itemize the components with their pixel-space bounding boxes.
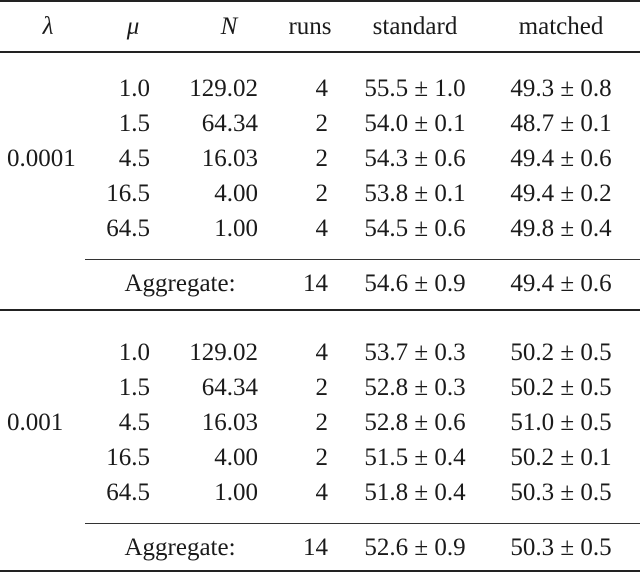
cell-standard: 51.8 ± 0.4 (364, 479, 466, 506)
cell-matched: 49.8 ± 0.4 (510, 215, 612, 242)
cell-standard: 54.3 ± 0.6 (364, 145, 466, 172)
aggregate-rule (85, 259, 640, 260)
group-lambda: 0.0001 (7, 145, 76, 172)
cell-n: 4.00 (214, 180, 258, 207)
cell-standard: 55.5 ± 1.0 (364, 75, 466, 102)
cell-runs: 2 (315, 409, 329, 436)
cell-n: 1.00 (214, 479, 258, 506)
aggregate-matched: 50.3 ± 0.5 (510, 534, 612, 561)
bottom-rule (0, 570, 640, 572)
cell-matched: 51.0 ± 0.5 (510, 409, 612, 436)
cell-n: 129.02 (189, 75, 258, 102)
cell-standard: 51.5 ± 0.4 (364, 444, 466, 471)
cell-n: 1.00 (214, 215, 258, 242)
cell-runs: 4 (315, 479, 329, 506)
cell-mu: 1.5 (118, 110, 150, 137)
top-rule (0, 0, 640, 2)
cell-runs: 4 (315, 339, 329, 366)
cell-mu: 4.5 (118, 409, 150, 436)
header-rule (0, 51, 640, 53)
cell-runs: 2 (315, 110, 329, 137)
cell-mu: 4.5 (118, 145, 150, 172)
cell-n: 129.02 (189, 339, 258, 366)
cell-runs: 2 (315, 374, 329, 401)
cell-standard: 53.7 ± 0.3 (364, 339, 466, 366)
cell-runs: 4 (315, 75, 329, 102)
aggregate-matched: 49.4 ± 0.6 (510, 270, 612, 297)
cell-matched: 50.2 ± 0.5 (510, 374, 612, 401)
header-matched: matched (518, 13, 604, 40)
header-n: N (220, 13, 238, 40)
cell-n: 16.03 (201, 145, 258, 172)
group-lambda: 0.001 (7, 409, 64, 436)
aggregate-runs: 14 (303, 270, 328, 297)
cell-matched: 49.4 ± 0.2 (510, 180, 612, 207)
group-separator-rule (0, 309, 640, 311)
aggregate-label: Aggregate: (124, 534, 236, 561)
cell-runs: 2 (315, 145, 329, 172)
cell-standard: 53.8 ± 0.1 (364, 180, 466, 207)
cell-matched: 48.7 ± 0.1 (510, 110, 612, 137)
cell-standard: 52.8 ± 0.6 (364, 409, 466, 436)
aggregate-standard: 54.6 ± 0.9 (364, 270, 466, 297)
cell-matched: 50.2 ± 0.1 (510, 444, 612, 471)
header-standard: standard (372, 13, 458, 40)
cell-matched: 49.4 ± 0.6 (510, 145, 612, 172)
cell-standard: 54.5 ± 0.6 (364, 215, 466, 242)
cell-matched: 50.2 ± 0.5 (510, 339, 612, 366)
aggregate-rule (85, 523, 640, 524)
cell-standard: 54.0 ± 0.1 (364, 110, 466, 137)
cell-matched: 49.3 ± 0.8 (510, 75, 612, 102)
header-lambda: λ (42, 13, 54, 40)
cell-n: 64.34 (201, 110, 258, 137)
cell-mu: 64.5 (106, 215, 150, 242)
cell-mu: 1.0 (118, 75, 150, 102)
cell-mu: 16.5 (106, 444, 150, 471)
cell-runs: 2 (315, 180, 329, 207)
header-runs: runs (288, 13, 332, 40)
cell-matched: 50.3 ± 0.5 (510, 479, 612, 506)
cell-runs: 2 (315, 444, 329, 471)
cell-n: 4.00 (214, 444, 258, 471)
cell-runs: 4 (315, 215, 329, 242)
aggregate-standard: 52.6 ± 0.9 (364, 534, 466, 561)
cell-n: 16.03 (201, 409, 258, 436)
cell-standard: 52.8 ± 0.3 (364, 374, 466, 401)
cell-mu: 1.5 (118, 374, 150, 401)
aggregate-runs: 14 (303, 534, 328, 561)
cell-mu: 16.5 (106, 180, 150, 207)
cell-n: 64.34 (201, 374, 258, 401)
cell-mu: 1.0 (118, 339, 150, 366)
cell-mu: 64.5 (106, 479, 150, 506)
aggregate-label: Aggregate: (124, 270, 236, 297)
header-mu: μ (126, 13, 140, 40)
